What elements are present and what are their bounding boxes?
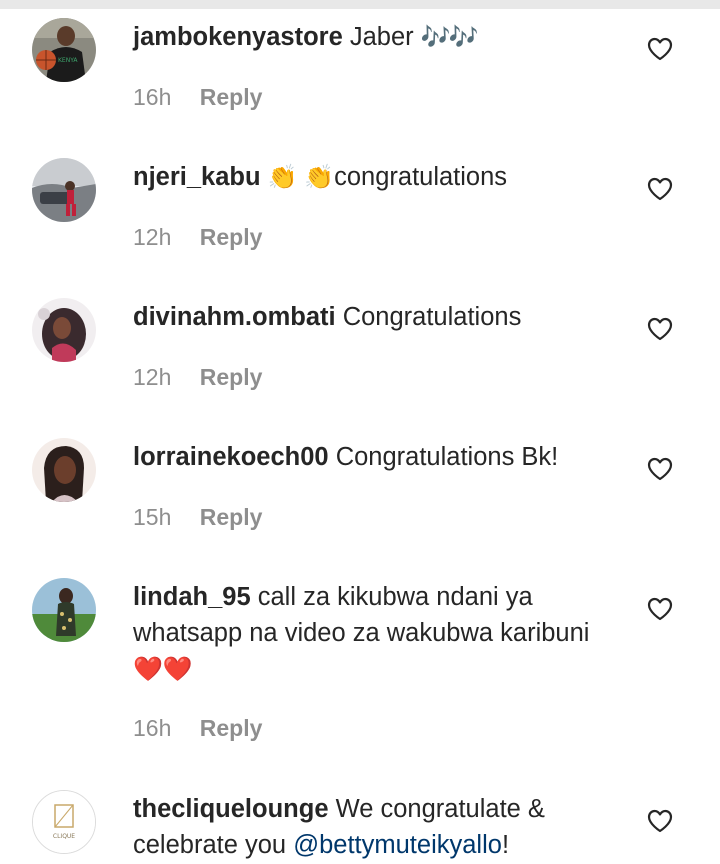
comment-username[interactable]: jambokenyastore [133, 23, 343, 51]
red-hearts-emoji: ❤️❤️ [133, 656, 193, 683]
top-divider [0, 0, 720, 9]
clique-logo-icon: CLIQUE [33, 791, 95, 853]
comment-text: Congratulations [342, 303, 522, 331]
comment-text: Jaber [349, 23, 414, 51]
comment-text: congratulations [334, 163, 508, 191]
comment-username[interactable]: divinahm.ombati [133, 303, 336, 331]
reply-button[interactable]: Reply [200, 224, 263, 250]
comment-username[interactable]: lorrainekoech00 [133, 443, 329, 471]
avatar[interactable] [32, 438, 96, 502]
mention-link[interactable]: @bettymuteikyallo [293, 831, 502, 859]
avatar[interactable] [32, 578, 96, 642]
comment-timestamp: 12h [133, 224, 172, 250]
comment-text-suffix: ! [501, 831, 510, 859]
clapping-hands-emoji: 👏 👏 [267, 164, 335, 191]
svg-text:KENYA: KENYA [58, 57, 78, 64]
comment-timestamp: 16h [133, 715, 172, 741]
heart-outline-icon[interactable] [647, 317, 673, 341]
heart-outline-icon[interactable] [647, 177, 673, 201]
heart-outline-icon[interactable] [647, 37, 673, 61]
music-notes-emoji: 🎶🎶 [420, 24, 479, 51]
avatar[interactable]: KENYA [32, 18, 96, 82]
avatar[interactable] [32, 158, 96, 222]
avatar[interactable] [32, 298, 96, 362]
comment-timestamp: 15h [133, 504, 172, 530]
avatar[interactable]: CLIQUE [32, 790, 96, 854]
comment-timestamp: 12h [133, 364, 172, 390]
heart-outline-icon[interactable] [647, 457, 673, 481]
comment-username[interactable]: njeri_kabu [133, 163, 261, 191]
reply-button[interactable]: Reply [200, 715, 263, 741]
reply-button[interactable]: Reply [200, 84, 263, 110]
heart-outline-icon[interactable] [647, 597, 673, 621]
reply-button[interactable]: Reply [200, 504, 263, 530]
svg-text:CLIQUE: CLIQUE [53, 833, 75, 840]
comment-username[interactable]: lindah_95 [133, 583, 251, 611]
comment-timestamp: 16h [133, 84, 172, 110]
heart-outline-icon[interactable] [647, 809, 673, 833]
comment-text: Congratulations Bk! [335, 443, 559, 471]
reply-button[interactable]: Reply [200, 364, 263, 390]
comment-username[interactable]: thecliquelounge [133, 795, 329, 823]
